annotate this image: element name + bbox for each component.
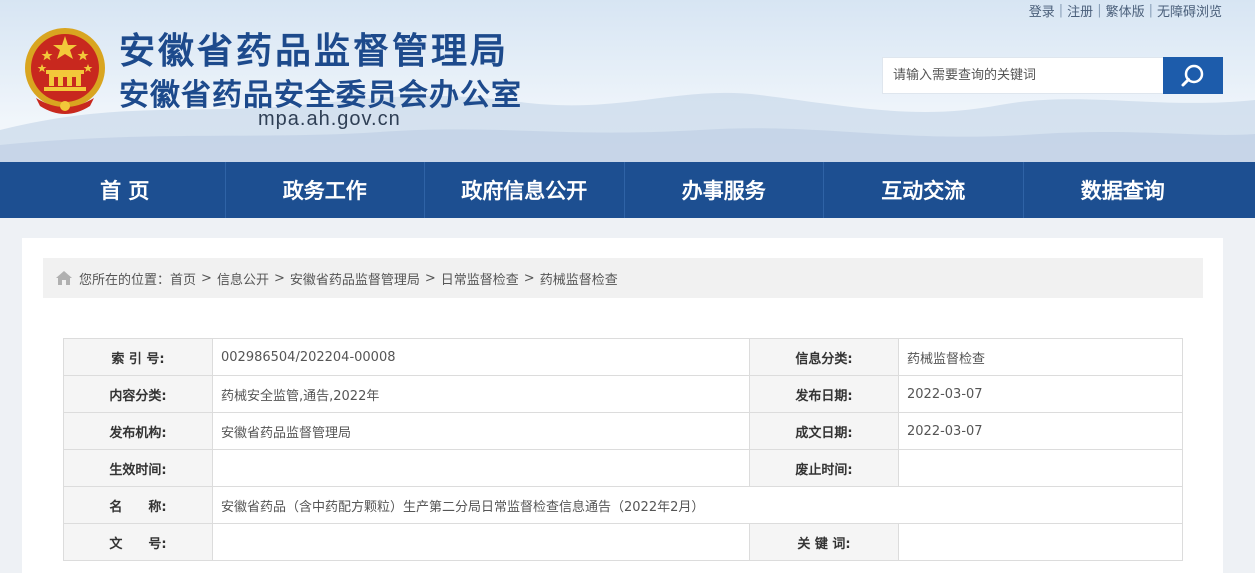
main-content: 您所在的位置： 首页 > 信息公开 > 安徽省药品监督管理局 > 日常监督检查 … [22, 238, 1223, 573]
top-links: 登录 | 注册 | 繁体版 | 无障碍浏览 [1029, 1, 1222, 20]
content-type-value: 药械安全监管,通告,2022年 [212, 375, 750, 413]
login-link[interactable]: 登录 [1029, 1, 1055, 20]
nav-item-data-query[interactable]: 数据查询 [1022, 162, 1223, 218]
breadcrumb-separator: > [201, 270, 212, 286]
table-row: 内容分类: 药械安全监管,通告,2022年 发布日期: 2022-03-07 [63, 375, 1183, 413]
doc-date-label: 成文日期: [749, 412, 899, 450]
keywords-value [898, 523, 1183, 561]
search-box [882, 57, 1223, 94]
separator: | [1148, 3, 1153, 18]
main-nav: 首 页 政务工作 政府信息公开 办事服务 互动交流 数据查询 [0, 162, 1255, 218]
nav-item-government-affairs[interactable]: 政务工作 [224, 162, 425, 218]
table-row: 索 引 号: 002986504/202204-00008 信息分类: 药械监督… [63, 338, 1183, 376]
table-row: 名 称: 安徽省药品（含中药配方颗粒）生产第二分局日常监督检查信息通告（2022… [63, 486, 1183, 524]
breadcrumb-home[interactable]: 首页 [170, 269, 196, 288]
site-title: 安徽省药品监督管理局 [119, 31, 510, 72]
table-row: 生效时间: 废止时间: [63, 449, 1183, 487]
document-info-table: 索 引 号: 002986504/202204-00008 信息分类: 药械监督… [63, 338, 1183, 561]
breadcrumb-separator: > [523, 270, 535, 286]
doc-no-label: 文 号: [63, 523, 213, 561]
separator: | [1058, 3, 1064, 18]
name-label: 名 称: [63, 486, 213, 524]
effective-label: 生效时间: [63, 449, 213, 487]
name-value: 安徽省药品（含中药配方颗粒）生产第二分局日常监督检查信息通告（2022年2月） [212, 486, 1183, 524]
national-emblem-icon [25, 28, 105, 114]
site-header: 登录 | 注册 | 繁体版 | 无障碍浏览 安徽省药品监督管理局 安徽省药品安全… [0, 0, 1255, 162]
register-link[interactable]: 注册 [1067, 1, 1093, 20]
category-label: 信息分类: [749, 338, 899, 376]
index-value: 002986504/202204-00008 [212, 338, 750, 376]
nav-item-home[interactable]: 首 页 [25, 162, 225, 218]
publisher-label: 发布机构: [63, 412, 213, 450]
breadcrumb-separator: > [273, 270, 285, 286]
breadcrumb-prefix: 您所在的位置： [79, 272, 171, 288]
breadcrumb: 您所在的位置： 首页 > 信息公开 > 安徽省药品监督管理局 > 日常监督检查 … [43, 258, 1203, 298]
site-domain: mpa.ah.gov.cn [258, 108, 401, 130]
table-row: 发布机构: 安徽省药品监督管理局 成文日期: 2022-03-07 [63, 412, 1183, 450]
publisher-value: 安徽省药品监督管理局 [212, 412, 750, 450]
expire-value [898, 449, 1183, 487]
index-label: 索 引 号: [63, 338, 213, 376]
nav-item-services[interactable]: 办事服务 [623, 162, 824, 218]
accessibility-link[interactable]: 无障碍浏览 [1157, 1, 1222, 20]
expire-label: 废止时间: [749, 449, 899, 487]
doc-no-value [212, 523, 750, 561]
search-icon [1181, 64, 1204, 86]
nav-item-interaction[interactable]: 互动交流 [823, 162, 1023, 218]
content-type-label: 内容分类: [63, 375, 213, 413]
search-button[interactable] [1163, 57, 1223, 94]
keywords-label: 关 键 词: [749, 523, 899, 561]
breadcrumb-device-inspection[interactable]: 药械监督检查 [540, 269, 618, 288]
nav-item-info-disclosure[interactable]: 政府信息公开 [424, 162, 624, 218]
breadcrumb-separator: > [424, 270, 436, 286]
breadcrumb-info-disclosure[interactable]: 信息公开 [217, 269, 269, 288]
breadcrumb-daily-inspection[interactable]: 日常监督检查 [441, 269, 519, 288]
search-input[interactable] [882, 57, 1163, 94]
traditional-chinese-link[interactable]: 繁体版 [1106, 1, 1145, 20]
effective-value [212, 449, 750, 487]
publish-date-value: 2022-03-07 [898, 375, 1183, 413]
separator: | [1097, 3, 1102, 18]
breadcrumb-bureau[interactable]: 安徽省药品监督管理局 [290, 269, 420, 288]
publish-date-label: 发布日期: [749, 375, 899, 413]
home-icon [55, 270, 73, 286]
category-value: 药械监督检查 [898, 338, 1183, 376]
table-row: 文 号: 关 键 词: [63, 523, 1183, 561]
doc-date-value: 2022-03-07 [898, 412, 1183, 450]
